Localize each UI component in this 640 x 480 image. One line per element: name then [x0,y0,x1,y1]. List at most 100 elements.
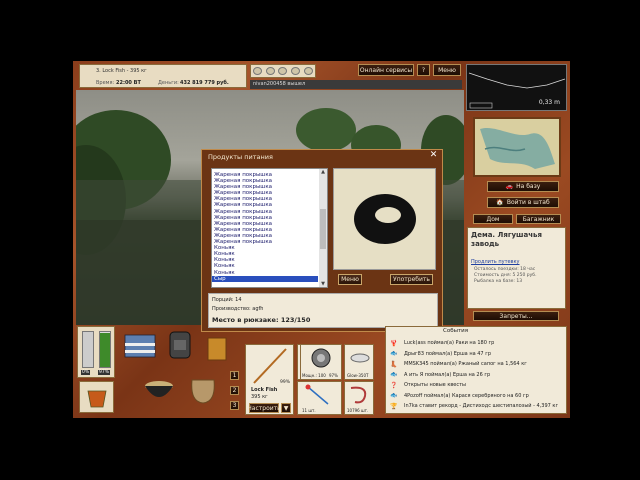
player-info: 3. Lock Fish - 395 кг Время: 22:00 ВТ Де… [79,64,247,88]
event-text: Дрыг83 поймал(а) Ерша на 47 гр [404,350,492,357]
scroll-thumb[interactable] [320,209,326,249]
event-text: 4Pozoff поймал(а) Карася серебряного на … [404,392,529,399]
location-title: Дема. Лягушачья заводь [471,231,542,248]
bait-icon[interactable] [265,67,275,75]
event-row: ❓ Открыты новые квесты [388,380,564,390]
reel-left: Мощн.: 100 [302,373,326,378]
lure-svg [350,353,370,363]
player-nickname: 3. Lock Fish - 395 кг [96,68,147,74]
money-label: Деньги: [158,80,179,86]
chat-message: nivan200458 вышел [253,81,306,87]
producer: Производство: agfh [212,306,264,312]
tackle-box-icon[interactable] [122,331,158,361]
event-row: 🏆 In7ka ставит рекорд - Дистиходс шестипа… [388,401,564,411]
gauge-right-value: 97% [98,370,111,375]
tackle-box-svg [124,334,156,358]
to-base-button[interactable]: 🚗 На базу [487,181,559,192]
location-map[interactable] [473,117,561,177]
hook-slot[interactable]: 11 шт. [297,381,342,415]
scroll-up-icon[interactable]: ▲ [319,169,327,175]
scroll-down-icon[interactable]: ▼ [319,281,327,287]
float-svg [305,384,329,405]
item-info: Порций: 14 Производство: agfh Место в рю… [208,293,438,328]
event-row: 🦞 Luck(ass поймал(а) Раки на 180 гр [388,338,564,348]
gauge-left [82,331,94,368]
dialog-menu-button[interactable]: Меню [338,274,362,285]
dialog-title: Продукты питания [208,153,273,161]
quick-bait-bar [250,64,316,78]
bait-icon[interactable] [291,67,301,75]
worm-slot[interactable]: 10796 шт. [344,381,374,415]
bag-icon[interactable] [186,370,220,406]
portions: Порций: 14 [212,297,242,303]
menu-button[interactable]: Меню [433,64,461,76]
food-list-item[interactable]: Сыр [212,275,318,282]
base-fishing: Рыбалка на базе: 13 [474,279,523,284]
backpack-icon[interactable] [165,328,195,360]
to-hq-label: Войти в штаб [506,199,550,206]
bait-icon[interactable] [278,67,288,75]
online-services-button[interactable]: Онлайн сервисы [358,64,414,76]
close-icon[interactable]: ✕ [429,151,438,160]
trip-left: Осталось поездки: 18 час [474,267,536,272]
rod-slot[interactable]: 99% Lock Fish 395 кг Настроить ▼ [245,344,294,415]
events-tab[interactable]: События [443,328,468,334]
gauge-right [99,331,111,368]
rod-svg [253,348,287,384]
slot-3-button[interactable]: 3 [230,401,239,410]
reel-slot[interactable]: Мощн.: 100 97% [300,344,342,380]
car-icon: 🚗 [505,183,514,190]
bait-icon[interactable] [304,67,314,75]
rod-pct: 99% [280,380,291,385]
money-value: 432 819 779 руб. [180,80,229,86]
day-cost: Стоимость дня: 5 250 руб. [474,273,537,278]
food-list[interactable]: Жареная покрышка Жареная покрышка Жареная … [211,168,328,288]
depth-sonar: 0,33 m [466,64,567,111]
settings-button[interactable]: Настроить [247,403,281,413]
event-icon: 🦞 [390,339,398,347]
notebook-icon[interactable] [203,335,231,363]
tackle-count: 11 шт. [302,408,316,413]
use-button[interactable]: Употребить [390,274,433,285]
home-button[interactable]: Дом [473,214,513,224]
bucket-icon[interactable] [79,381,114,413]
rod-weight: 395 кг [251,394,268,400]
bucket-svg [87,390,106,408]
luggage-button[interactable]: Багажник [516,214,561,224]
worm-svg [350,386,367,404]
notebook-svg [207,337,227,361]
bait-icon[interactable] [252,67,262,75]
gauge-right-fill [100,333,110,367]
event-row: 🐟 A ить Я поймал(а) Ерша на 26 гр [388,370,564,380]
extend-link[interactable]: Продлить путевку [471,259,520,265]
rod-name: Lock Fish [251,387,278,393]
event-icon: 🐟 [390,392,398,399]
pot-icon[interactable] [142,372,176,404]
bans-button[interactable]: Запреты... [473,311,559,321]
help-button[interactable]: ? [417,64,430,76]
location-info: Дема. Лягушачья заводь Продлить путевку … [467,227,566,309]
events-list: 🦞 Luck(ass поймал(а) Раки на 180 гр 🐟 Дрыг8… [388,338,564,411]
bait-slot[interactable]: Glow-350Т [344,344,374,380]
event-text: Luck(ass поймал(а) Раки на 180 гр [404,340,495,346]
list-scrollbar[interactable]: ▲ ▼ [319,169,327,287]
event-icon: 🐟 [390,350,398,357]
event-text: MMSK345 поймал(а) Ржаный сапог на 1,564 … [404,361,527,367]
gauge-left-value: 0% [81,370,91,375]
slot-1-button[interactable]: 1 [230,371,239,380]
time-value: 22:00 ВТ [116,80,141,86]
pot-svg [145,381,173,397]
events-panel: События 🦞 Luck(ass поймал(а) Раки на 180 … [385,326,567,414]
slot-2-button[interactable]: 2 [230,386,239,395]
to-hq-button[interactable]: 🏠 Войти в штаб [487,197,559,208]
backpack-svg [169,331,191,359]
hq-icon: 🏠 [496,199,504,206]
event-text: A ить Я поймал(а) Ерша на 26 гр [404,371,491,378]
food-list-items: Жареная покрышка Жареная покрышка Жареная … [212,172,318,282]
stamina-gauge: 0% 97% [77,326,115,378]
settings-dropdown-icon[interactable]: ▼ [281,403,291,413]
worm-count: 10796 шт. [347,408,369,413]
event-icon: ❓ [390,381,398,389]
event-icon: 🏆 [390,402,398,410]
map-svg [480,127,555,169]
